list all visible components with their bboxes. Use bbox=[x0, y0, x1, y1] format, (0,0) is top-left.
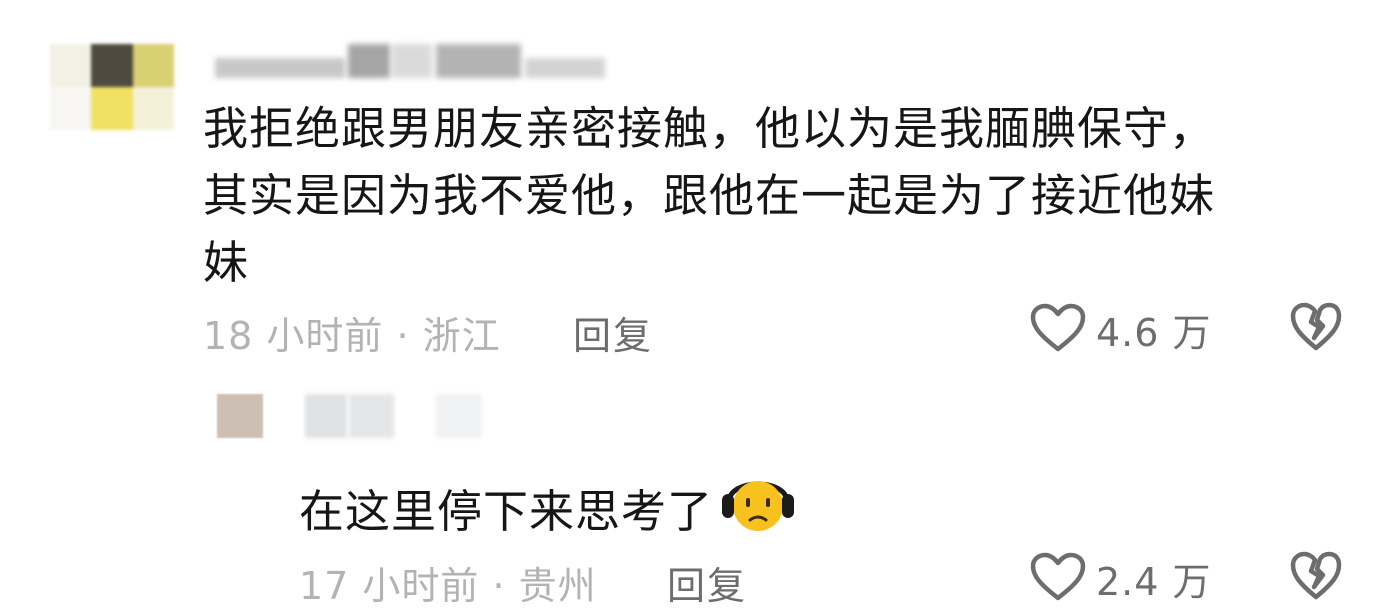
reply-text-content: 在这里停下来思考了 bbox=[299, 484, 714, 538]
avatar[interactable] bbox=[50, 44, 174, 130]
avatar[interactable] bbox=[217, 394, 263, 438]
like-button[interactable]: 4.6 万 bbox=[1030, 302, 1212, 357]
like-count: 4.6 万 bbox=[1096, 311, 1212, 355]
comment-meta: 18 小时前 · 浙江 bbox=[203, 314, 501, 358]
reply-button[interactable]: 回复 bbox=[667, 555, 747, 610]
reply-text: 在这里停下来思考了 bbox=[299, 468, 797, 554]
broken-heart-icon[interactable] bbox=[1290, 551, 1342, 605]
heart-outline-icon bbox=[1030, 552, 1086, 606]
comment-text: 我拒绝跟男朋友亲密接触，他以为是我腼腆保守， 其实是因为我不爱他，跟他在一起是为… bbox=[203, 102, 1216, 289]
like-button[interactable]: 2.4 万 bbox=[1030, 551, 1212, 606]
like-count: 2.4 万 bbox=[1096, 560, 1212, 604]
reply-button[interactable]: 回复 bbox=[573, 305, 653, 360]
heart-outline-icon bbox=[1030, 303, 1086, 357]
broken-heart-icon[interactable] bbox=[1290, 302, 1342, 356]
thinking-face-headphones-emoji bbox=[719, 468, 797, 554]
reply-meta: 17 小时前 · 贵州 bbox=[299, 564, 597, 608]
